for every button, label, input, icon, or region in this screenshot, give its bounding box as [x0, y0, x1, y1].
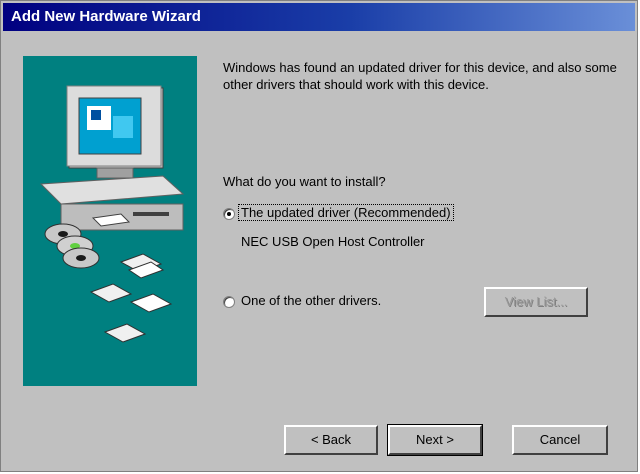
driver-name: NEC USB Open Host Controller	[241, 234, 425, 249]
title-bar[interactable]: Add New Hardware Wizard	[3, 3, 635, 31]
floppy-disk-icon	[89, 253, 173, 343]
back-button[interactable]: < Back	[284, 425, 378, 455]
install-question: What do you want to install?	[223, 174, 386, 189]
other-drivers-label[interactable]: One of the other drivers.	[241, 293, 381, 308]
updated-driver-radio[interactable]	[223, 208, 235, 220]
cancel-button[interactable]: Cancel	[512, 425, 608, 455]
next-button[interactable]: Next >	[387, 424, 483, 456]
intro-text: Windows has found an updated driver for …	[223, 60, 617, 92]
cd-stack-icon	[44, 223, 100, 269]
computer-icon	[39, 85, 185, 343]
wizard-window: Add New Hardware Wizard Windows has foun…	[0, 0, 638, 472]
updated-driver-label[interactable]: The updated driver (Recommended)	[238, 204, 454, 221]
view-list-button[interactable]: View List...	[484, 287, 588, 317]
wizard-illustration	[23, 56, 197, 386]
other-drivers-radio[interactable]	[223, 296, 235, 308]
